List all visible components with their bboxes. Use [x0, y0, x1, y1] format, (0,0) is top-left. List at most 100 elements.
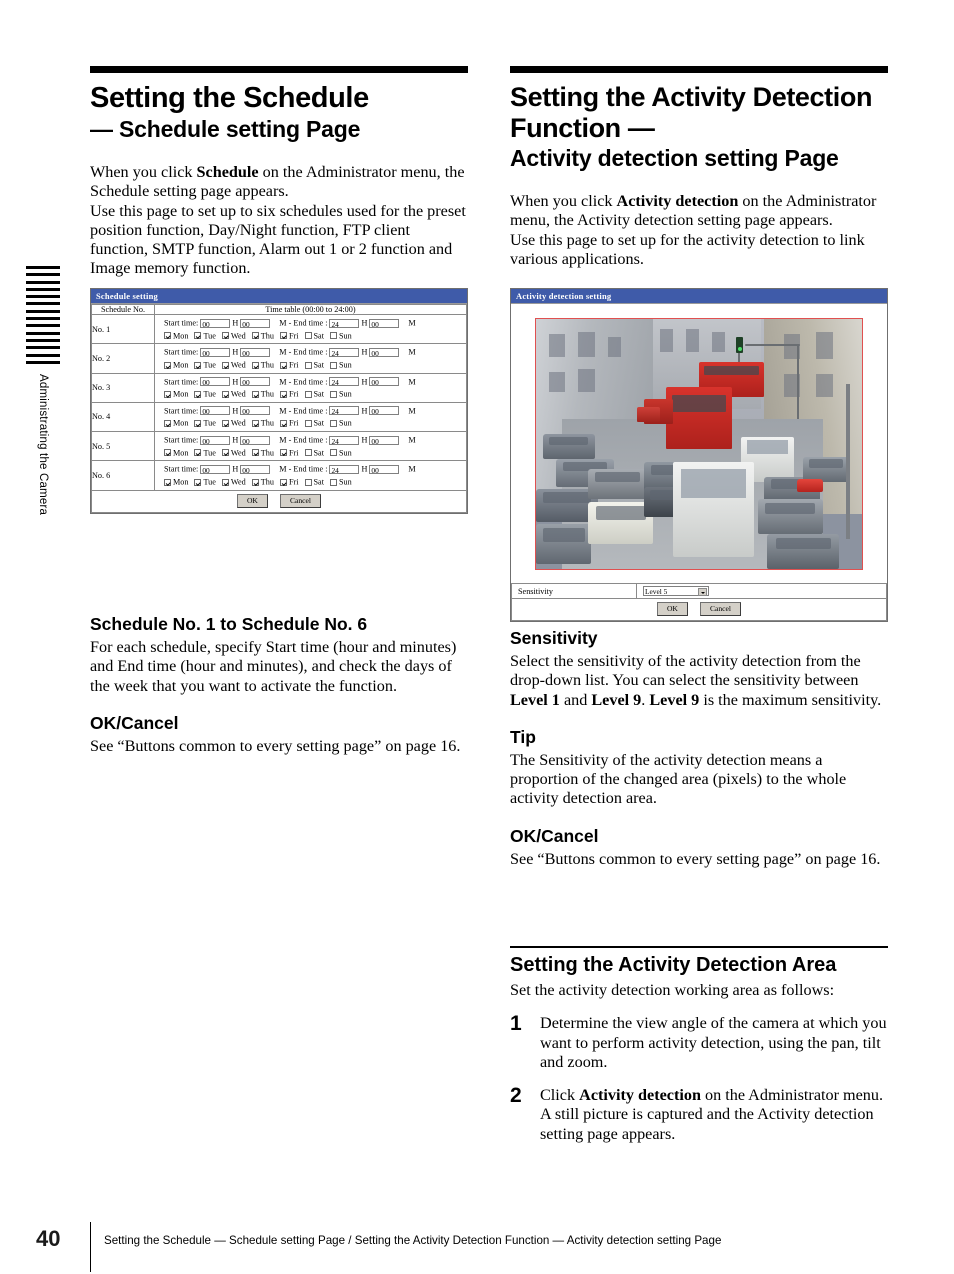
weekday-checkbox-mon[interactable]: Mon — [164, 331, 188, 340]
weekday-checkbox-sat[interactable]: Sat — [304, 477, 324, 487]
weekday-checkbox-tue[interactable]: Tue — [194, 418, 216, 428]
weekday-checkbox-sat[interactable]: Sat — [304, 418, 324, 428]
checkbox-icon[interactable] — [279, 332, 287, 340]
weekday-checkbox-mon[interactable]: Mon — [164, 389, 188, 399]
checkbox-icon[interactable] — [329, 478, 337, 486]
weekday-checkbox-wed[interactable]: Wed — [221, 360, 246, 370]
weekday-checkbox-thu[interactable]: Thu — [251, 448, 274, 457]
checkbox-icon[interactable] — [251, 420, 259, 427]
end-minute-input[interactable]: 00 — [369, 406, 400, 416]
end-hour-input[interactable]: 24 — [329, 435, 360, 446]
activity-cancel-button[interactable]: Cancel — [699, 602, 742, 616]
start-hour-input[interactable]: 00 — [200, 464, 231, 475]
weekday-checkbox-sun[interactable]: Sun — [329, 360, 352, 370]
weekday-checkbox-tue[interactable]: Tue — [194, 331, 216, 340]
sensitivity-dropdown[interactable]: Level 5 — [643, 586, 709, 596]
weekday-checkbox-sun[interactable]: Sun — [329, 448, 352, 457]
end-minute-input[interactable]: 00 — [369, 347, 400, 358]
checkbox-icon[interactable] — [279, 361, 287, 369]
checkbox-icon[interactable] — [194, 332, 202, 340]
checkbox-icon[interactable] — [221, 420, 229, 427]
checkbox-icon[interactable] — [329, 361, 337, 369]
end-hour-input[interactable]: 24 — [329, 318, 360, 329]
start-hour-input[interactable]: 00 — [200, 318, 231, 329]
weekday-checkbox-sun[interactable]: Sun — [329, 331, 352, 340]
checkbox-icon[interactable] — [251, 332, 259, 340]
checkbox-icon[interactable] — [164, 332, 171, 340]
end-hour-input[interactable]: 24 — [329, 406, 360, 416]
weekday-checkbox-wed[interactable]: Wed — [221, 477, 246, 487]
weekday-checkbox-fri[interactable]: Fri — [279, 418, 299, 428]
checkbox-icon[interactable] — [194, 449, 202, 457]
checkbox-icon[interactable] — [304, 390, 312, 398]
weekday-checkbox-mon[interactable]: Mon — [164, 477, 188, 487]
checkbox-icon[interactable] — [164, 361, 171, 369]
weekday-checkbox-wed[interactable]: Wed — [221, 448, 246, 457]
checkbox-icon[interactable] — [329, 332, 337, 340]
weekday-checkbox-thu[interactable]: Thu — [251, 418, 274, 428]
weekday-checkbox-sun[interactable]: Sun — [329, 418, 352, 428]
start-minute-input[interactable]: 00 — [240, 464, 271, 475]
weekday-checkbox-fri[interactable]: Fri — [279, 389, 299, 399]
weekday-checkbox-fri[interactable]: Fri — [279, 448, 299, 457]
weekday-checkbox-thu[interactable]: Thu — [251, 360, 274, 370]
end-minute-input[interactable]: 00 — [369, 318, 400, 329]
checkbox-icon[interactable] — [221, 332, 229, 340]
end-hour-input[interactable]: 24 — [329, 464, 360, 475]
checkbox-icon[interactable] — [279, 449, 287, 457]
checkbox-icon[interactable] — [304, 332, 312, 340]
checkbox-icon[interactable] — [221, 361, 229, 369]
checkbox-icon[interactable] — [164, 420, 171, 427]
start-hour-input[interactable]: 00 — [200, 347, 231, 358]
weekday-checkbox-mon[interactable]: Mon — [164, 360, 188, 370]
end-minute-input[interactable]: 00 — [369, 377, 400, 387]
checkbox-icon[interactable] — [279, 390, 287, 398]
start-hour-input[interactable]: 00 — [200, 377, 231, 387]
weekday-checkbox-thu[interactable]: Thu — [251, 477, 274, 487]
weekday-checkbox-wed[interactable]: Wed — [221, 331, 246, 340]
weekday-checkbox-thu[interactable]: Thu — [251, 331, 274, 340]
weekday-checkbox-mon[interactable]: Mon — [164, 448, 188, 457]
weekday-checkbox-wed[interactable]: Wed — [221, 418, 246, 428]
weekday-checkbox-sat[interactable]: Sat — [304, 331, 324, 340]
start-hour-input[interactable]: 00 — [200, 435, 231, 446]
end-minute-input[interactable]: 00 — [369, 464, 400, 475]
checkbox-icon[interactable] — [251, 478, 259, 486]
checkbox-icon[interactable] — [194, 390, 202, 398]
checkbox-icon[interactable] — [304, 361, 312, 369]
checkbox-icon[interactable] — [329, 390, 337, 398]
end-hour-input[interactable]: 24 — [329, 347, 360, 358]
end-minute-input[interactable]: 00 — [369, 435, 400, 446]
weekday-checkbox-thu[interactable]: Thu — [251, 389, 274, 399]
weekday-checkbox-sun[interactable]: Sun — [329, 477, 352, 487]
checkbox-icon[interactable] — [279, 478, 287, 486]
weekday-checkbox-tue[interactable]: Tue — [194, 360, 216, 370]
checkbox-icon[interactable] — [164, 390, 171, 398]
start-minute-input[interactable]: 00 — [240, 377, 271, 387]
start-minute-input[interactable]: 00 — [240, 318, 271, 329]
checkbox-icon[interactable] — [304, 420, 312, 427]
checkbox-icon[interactable] — [221, 390, 229, 398]
weekday-checkbox-sun[interactable]: Sun — [329, 389, 352, 399]
weekday-checkbox-fri[interactable]: Fri — [279, 331, 299, 340]
start-minute-input[interactable]: 00 — [240, 435, 271, 446]
weekday-checkbox-fri[interactable]: Fri — [279, 477, 299, 487]
schedule-ok-button[interactable]: OK — [236, 493, 268, 508]
checkbox-icon[interactable] — [221, 449, 229, 457]
checkbox-icon[interactable] — [279, 420, 287, 427]
checkbox-icon[interactable] — [329, 449, 337, 457]
schedule-cancel-button[interactable]: Cancel — [279, 493, 322, 508]
activity-detection-preview-image[interactable] — [535, 318, 863, 570]
weekday-checkbox-tue[interactable]: Tue — [194, 448, 216, 457]
checkbox-icon[interactable] — [221, 478, 229, 486]
weekday-checkbox-fri[interactable]: Fri — [279, 360, 299, 370]
weekday-checkbox-sat[interactable]: Sat — [304, 360, 324, 370]
checkbox-icon[interactable] — [329, 420, 337, 427]
checkbox-icon[interactable] — [251, 449, 259, 457]
weekday-checkbox-tue[interactable]: Tue — [194, 389, 216, 399]
checkbox-icon[interactable] — [194, 478, 202, 486]
start-minute-input[interactable]: 00 — [240, 347, 271, 358]
checkbox-icon[interactable] — [194, 420, 202, 427]
checkbox-icon[interactable] — [164, 478, 171, 486]
activity-ok-button[interactable]: OK — [656, 602, 688, 616]
